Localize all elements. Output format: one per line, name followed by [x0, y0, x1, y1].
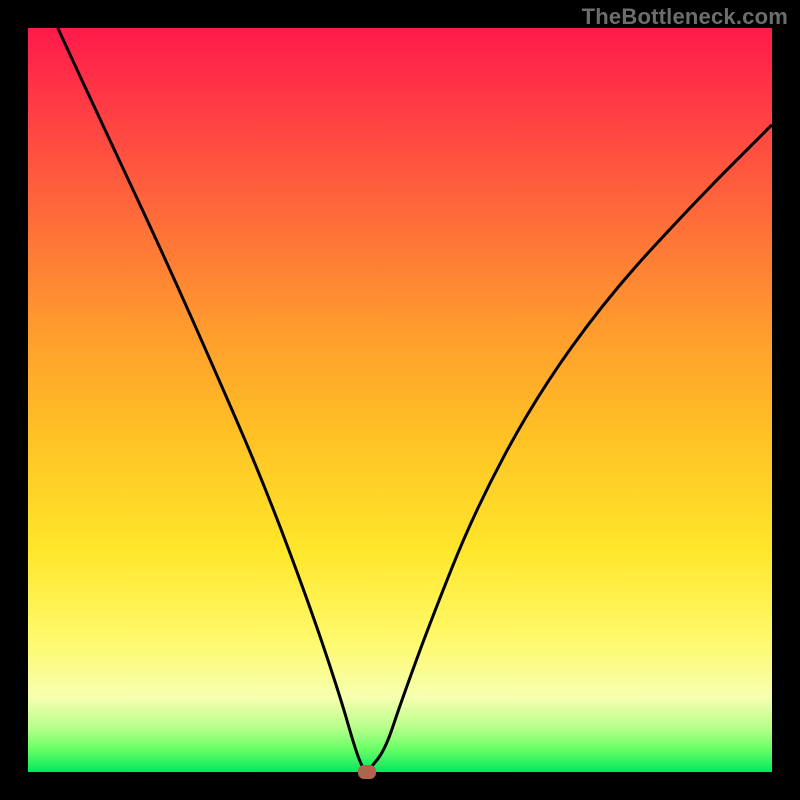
bottleneck-curve — [58, 28, 772, 771]
curve-svg — [28, 28, 772, 772]
plot-area — [28, 28, 772, 772]
watermark-text: TheBottleneck.com — [582, 4, 788, 30]
chart-frame: TheBottleneck.com — [0, 0, 800, 800]
optimum-marker — [358, 765, 376, 779]
